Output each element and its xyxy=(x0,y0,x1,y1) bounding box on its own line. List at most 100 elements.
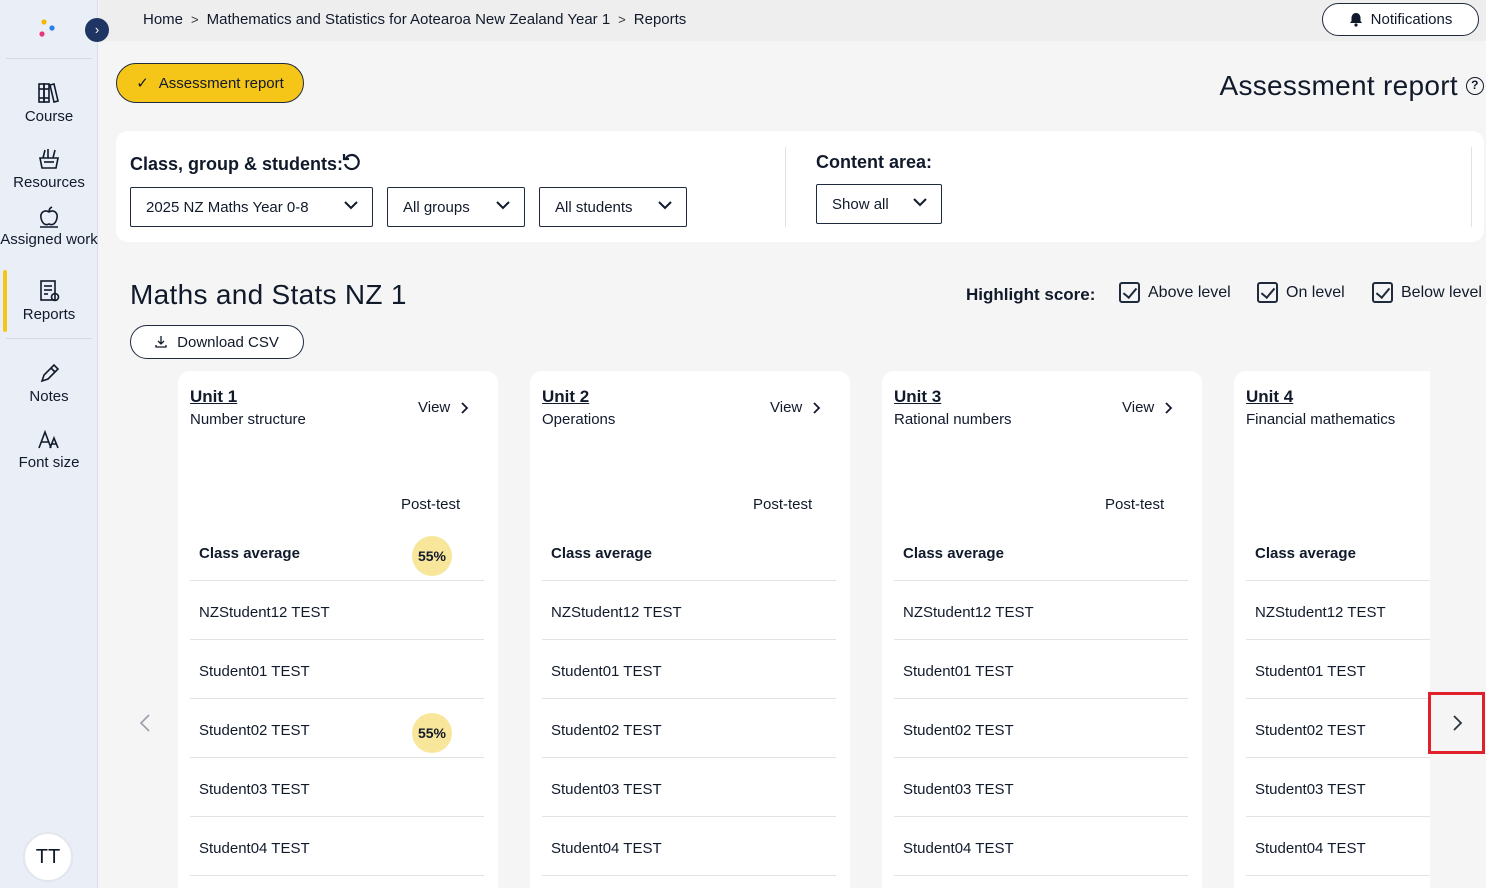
on-level-checkbox[interactable]: On level xyxy=(1257,282,1345,303)
table-row: Class average xyxy=(542,522,836,581)
table-row: NZStudent12 TEST xyxy=(1246,581,1430,640)
row-name: Class average xyxy=(551,545,652,562)
table-row: Student04 TEST xyxy=(894,817,1188,876)
column-header: Post-test xyxy=(1105,496,1165,513)
sidebar-item-reports[interactable]: Reports xyxy=(0,270,98,332)
app-logo-icon[interactable] xyxy=(36,17,58,39)
table-row: Student03 TEST xyxy=(1246,758,1430,817)
carousel-prev-button[interactable] xyxy=(136,710,154,736)
table-row: Student04 TEST xyxy=(1246,817,1430,876)
row-name: Student03 TEST xyxy=(551,781,662,798)
download-icon xyxy=(155,336,167,348)
row-name: Student04 TEST xyxy=(551,840,662,857)
table-row: Student01 TEST xyxy=(894,640,1188,699)
help-icon[interactable]: ? xyxy=(1466,77,1484,95)
unit-title-link[interactable]: Unit 3 xyxy=(894,387,941,407)
row-name: NZStudent12 TEST xyxy=(199,604,330,621)
score-badge: 55% xyxy=(412,713,452,753)
row-name: Class average xyxy=(903,545,1004,562)
chevron-right-icon: > xyxy=(191,12,199,27)
unit-subtitle: Number structure xyxy=(190,411,306,428)
row-name: Student03 TEST xyxy=(903,781,1014,798)
sidebar-item-notes[interactable]: Notes xyxy=(0,362,98,405)
below-level-checkbox[interactable]: Below level xyxy=(1372,282,1482,303)
assessment-report-pill[interactable]: ✓ Assessment report xyxy=(116,63,304,103)
row-name: Student04 TEST xyxy=(903,840,1014,857)
below-level-label: Below level xyxy=(1401,283,1482,301)
checkbox-checked-icon xyxy=(1372,282,1393,303)
table-row: NZStudent12 TEST xyxy=(190,581,484,640)
filter-divider xyxy=(785,147,786,227)
row-name: NZStudent12 TEST xyxy=(903,604,1034,621)
unit-carousel: Unit 1 Number structure View Post-test C… xyxy=(178,371,1430,888)
students-select[interactable]: All students xyxy=(539,187,687,227)
unit-subtitle: Rational numbers xyxy=(894,411,1012,428)
breadcrumb-home[interactable]: Home xyxy=(143,11,183,28)
sidebar-item-assigned-work[interactable]: Assigned work xyxy=(0,204,98,248)
row-name: Student04 TEST xyxy=(1255,840,1366,857)
row-name: Student01 TEST xyxy=(551,663,662,680)
chevron-down-icon xyxy=(496,201,510,210)
row-name: Student04 TEST xyxy=(199,840,310,857)
content-area-value: Show all xyxy=(832,195,889,213)
table-row: NZStudent12 TEST xyxy=(542,581,836,640)
column-header: Post-test xyxy=(753,496,813,513)
breadcrumb-course[interactable]: Mathematics and Statistics for Aotearoa … xyxy=(207,11,611,28)
content-area-select[interactable]: Show all xyxy=(816,184,942,224)
group-select[interactable]: All groups xyxy=(387,187,525,227)
sidebar-item-font-size[interactable]: Font size xyxy=(0,428,98,471)
breadcrumb: Home > Mathematics and Statistics for Ao… xyxy=(143,11,686,28)
user-avatar[interactable]: TT xyxy=(23,832,73,882)
chevron-right-icon xyxy=(813,401,821,414)
filter-divider xyxy=(1471,147,1472,227)
row-name: Student02 TEST xyxy=(551,722,662,739)
row-name: Student01 TEST xyxy=(1255,663,1366,680)
basket-icon xyxy=(39,149,59,169)
refresh-icon[interactable] xyxy=(342,152,362,172)
unit-title-link[interactable]: Unit 2 xyxy=(542,387,589,407)
sidebar-item-label: Notes xyxy=(29,388,69,405)
apple-icon xyxy=(40,206,58,228)
sidebar-item-course[interactable]: Course xyxy=(0,80,98,125)
sidebar-item-label: Assigned work xyxy=(0,231,98,248)
sidebar-item-resources[interactable]: Resources xyxy=(0,146,98,191)
carousel-next-button[interactable] xyxy=(1428,692,1485,754)
view-unit-link[interactable]: View xyxy=(770,399,821,416)
font-size-icon xyxy=(38,429,59,449)
chevron-left-icon xyxy=(139,714,150,732)
class-select-value: 2025 NZ Maths Year 0-8 xyxy=(146,198,309,216)
unit-title-link[interactable]: Unit 4 xyxy=(1246,387,1293,407)
class-select[interactable]: 2025 NZ Maths Year 0-8 xyxy=(130,187,373,227)
notifications-button[interactable]: Notifications xyxy=(1322,3,1479,36)
class-filter-label: Class, group & students: xyxy=(130,154,344,174)
table-row: Student03 TEST xyxy=(542,758,836,817)
table-row: Student03 TEST xyxy=(190,758,484,817)
row-name: NZStudent12 TEST xyxy=(1255,604,1386,621)
row-name: Student02 TEST xyxy=(1255,722,1366,739)
view-unit-link[interactable]: View xyxy=(418,399,469,416)
unit-card: Unit 3 Rational numbers View Post-test C… xyxy=(882,371,1202,888)
unit-card: Unit 1 Number structure View Post-test C… xyxy=(178,371,498,888)
chevron-right-icon xyxy=(461,401,469,414)
report-pill-label: Assessment report xyxy=(158,74,284,92)
students-select-value: All students xyxy=(555,198,633,216)
above-level-checkbox[interactable]: Above level xyxy=(1119,282,1231,303)
checkbox-checked-icon xyxy=(1119,282,1140,303)
score-badge: 55% xyxy=(412,536,452,576)
page-title: Assessment report ? xyxy=(1219,70,1484,102)
check-icon: ✓ xyxy=(136,75,149,92)
page-title-text: Assessment report xyxy=(1219,70,1458,101)
download-csv-button[interactable]: Download CSV xyxy=(130,325,304,359)
sidebar-expand-button[interactable]: › xyxy=(85,18,109,42)
table-row: Student02 TEST xyxy=(894,699,1188,758)
chevron-down-icon xyxy=(913,198,927,207)
row-name: Class average xyxy=(199,545,300,562)
row-name: Student01 TEST xyxy=(903,663,1014,680)
table-row: Student01 TEST xyxy=(190,640,484,699)
unit-card: Unit 2 Operations View Post-test Class a… xyxy=(530,371,850,888)
unit-title-link[interactable]: Unit 1 xyxy=(190,387,237,407)
chevron-right-icon xyxy=(1452,715,1462,731)
row-name: Student03 TEST xyxy=(1255,781,1366,798)
section-title: Maths and Stats NZ 1 xyxy=(130,279,407,310)
view-unit-link[interactable]: View xyxy=(1122,399,1173,416)
